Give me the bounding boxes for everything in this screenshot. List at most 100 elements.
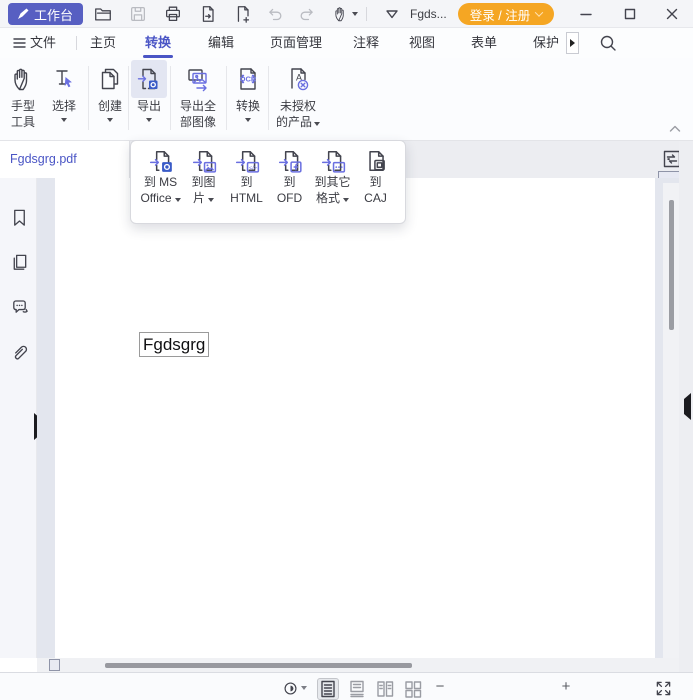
export-to-image-item[interactable]: 到图 片	[182, 148, 225, 206]
menubar: 文件 主页 转换 编辑 页面管理 注释 视图 表单 保护	[0, 28, 693, 58]
export-all-images-button[interactable]: 导出全 部图像	[174, 60, 222, 130]
menu-tab-home[interactable]: 主页	[90, 28, 116, 58]
minimize-button[interactable]	[574, 2, 598, 26]
create-pdf-button[interactable]: 创建	[93, 60, 127, 122]
undo-button[interactable]	[262, 2, 286, 26]
app-window: 工作台 Fgds... 登录	[0, 0, 693, 700]
export-to-caj-item[interactable]: 到 CAJ	[354, 148, 397, 206]
ribbon-toolbar: 手型 工具 选择 创建 导出	[0, 58, 693, 141]
quick-access-dropdown-button[interactable]	[380, 2, 404, 26]
ribbon-divider	[268, 66, 269, 130]
menu-tab-convert[interactable]: 转换	[145, 28, 171, 58]
export-to-ofd-item[interactable]: 到 OFD	[268, 148, 311, 206]
statusbar: − + 150.35%	[0, 672, 693, 700]
document-text-field[interactable]: Fgdsgrg	[139, 332, 209, 357]
chevron-down-icon	[146, 118, 152, 122]
hand-tool-button[interactable]: 手型 工具	[4, 60, 42, 130]
save-button[interactable]	[126, 2, 150, 26]
export-to-other-formats-item[interactable]: 到其它 格式	[311, 148, 354, 206]
menu-tab-protect[interactable]: 保护	[533, 28, 559, 58]
titlebar-document-name: Fgds...	[410, 0, 447, 28]
hand-tool-quick-button[interactable]	[328, 2, 362, 26]
chevron-down-icon	[314, 122, 320, 126]
svg-text:</>: </>	[249, 165, 257, 171]
convert-ocr-button[interactable]: OCR 转换	[231, 60, 265, 122]
document-tab[interactable]: Fgdsgrg.pdf	[0, 141, 130, 178]
horizontal-scrollbar-thumb[interactable]	[105, 663, 412, 668]
menu-tab-form[interactable]: 表单	[471, 28, 497, 58]
vertical-scrollbar[interactable]	[663, 183, 679, 658]
fullscreen-button[interactable]	[653, 679, 673, 697]
facing-pages-view-button[interactable]	[374, 678, 396, 700]
doc-to-caj-icon	[363, 148, 389, 174]
vertical-scrollbar-thumb[interactable]	[669, 200, 674, 330]
login-register-button[interactable]: 登录 / 注册	[458, 3, 554, 25]
more-tabs-button[interactable]	[566, 32, 579, 54]
grid-view-button[interactable]	[402, 678, 424, 700]
single-page-view-button[interactable]	[317, 678, 339, 700]
doc-to-other-icon	[320, 148, 346, 174]
document-tab-label: Fgdsgrg.pdf	[10, 152, 77, 166]
print-button[interactable]	[161, 2, 185, 26]
create-pages-icon	[93, 60, 127, 98]
export-to-html-item[interactable]: </> 到 HTML	[225, 148, 268, 206]
chevron-down-icon	[61, 118, 67, 122]
zoom-in-button[interactable]: +	[558, 676, 574, 696]
continuous-view-button[interactable]	[346, 678, 368, 700]
bookmarks-panel-button[interactable]	[8, 206, 30, 228]
workbench-label: 工作台	[34, 5, 73, 24]
export-to-ms-office-item[interactable]: 到 MS Office	[139, 148, 182, 206]
select-tool-button[interactable]: 选择	[44, 60, 84, 122]
export-pdf-button[interactable]	[196, 2, 220, 26]
expand-right-panel-handle[interactable]	[684, 399, 691, 414]
ribbon-divider	[88, 66, 89, 130]
export-dropdown-panel: 到 MS Office 到图 片 </> 到 HTML 到 OFD	[130, 140, 406, 224]
pdf-page[interactable]: Fgdsgrg	[55, 178, 655, 658]
ribbon-divider	[170, 66, 171, 130]
unauthorized-doc-icon: A	[272, 60, 324, 98]
chevron-down-icon	[245, 118, 251, 122]
chevron-down-icon	[343, 198, 349, 202]
attachments-panel-button[interactable]	[8, 340, 30, 362]
ocr-doc-icon: OCR	[231, 60, 265, 98]
chevron-down-icon	[535, 8, 543, 16]
chevron-down-icon	[301, 686, 307, 690]
select-cursor-icon	[44, 60, 84, 98]
doc-to-html-icon: </>	[234, 148, 260, 174]
menubar-divider	[76, 36, 77, 50]
open-file-button[interactable]	[91, 2, 115, 26]
export-doc-icon	[131, 60, 167, 98]
hamburger-menu-icon[interactable]	[12, 36, 27, 50]
document-text: Fgdsgrg	[143, 335, 205, 354]
new-page-button[interactable]	[231, 2, 255, 26]
close-button[interactable]	[660, 2, 684, 26]
menu-tab-comment[interactable]: 注释	[353, 28, 379, 58]
read-mode-button[interactable]	[280, 679, 310, 697]
chevron-down-icon	[352, 12, 358, 16]
export-button[interactable]: 导出	[131, 60, 167, 122]
images-export-icon	[174, 60, 222, 98]
doc-to-ofd-icon	[277, 148, 303, 174]
zoom-out-button[interactable]: −	[432, 676, 448, 696]
horizontal-scrollbar-box[interactable]	[49, 659, 60, 671]
collapse-ribbon-button[interactable]	[668, 122, 688, 136]
pages-panel-button[interactable]	[8, 251, 30, 273]
menu-tab-view[interactable]: 视图	[409, 28, 435, 58]
navigation-sidebar	[0, 178, 37, 658]
maximize-button[interactable]	[618, 2, 642, 26]
menu-tab-page-management[interactable]: 页面管理	[270, 28, 322, 58]
comments-panel-button[interactable]	[8, 295, 30, 317]
chevron-down-icon	[107, 118, 113, 122]
titlebar-divider	[366, 7, 367, 21]
titlebar: 工作台 Fgds... 登录	[0, 0, 693, 28]
triangle-right-icon	[570, 39, 575, 47]
workbench-logo-button[interactable]: 工作台	[8, 3, 83, 25]
menu-tab-file[interactable]: 文件	[30, 28, 56, 58]
redo-button[interactable]	[296, 2, 320, 26]
login-label: 登录 / 注册	[470, 5, 530, 24]
unauthorized-products-button[interactable]: A 未授权 的产品	[272, 60, 324, 130]
menu-tab-edit[interactable]: 编辑	[208, 28, 234, 58]
chevron-down-icon	[175, 198, 181, 202]
ribbon-divider	[226, 66, 227, 130]
search-button[interactable]	[598, 33, 618, 53]
